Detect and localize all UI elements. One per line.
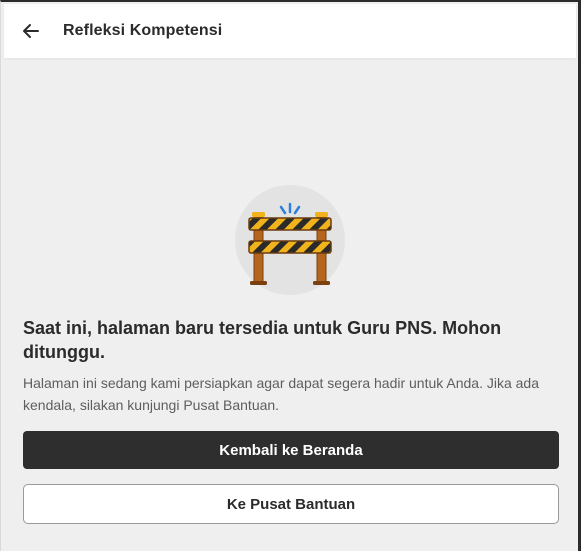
top-app-bar: Refleksi Kompetensi (4, 4, 576, 58)
app-window: Refleksi Kompetensi Saat ini, halaman ba… (0, 0, 581, 551)
help-center-button[interactable]: Ke Pusat Bantuan (23, 484, 559, 524)
empty-state-description: Halaman ini sedang kami persiapkan agar … (23, 375, 539, 413)
arrow-left-icon (23, 24, 39, 38)
empty-state-headline: Saat ini, halaman baru tersedia untuk Gu… (23, 318, 502, 362)
construction-barrier-icon (235, 185, 345, 295)
back-to-home-button[interactable]: Kembali ke Beranda (23, 431, 559, 469)
back-button[interactable] (16, 16, 46, 46)
page-title: Refleksi Kompetensi (63, 22, 223, 39)
